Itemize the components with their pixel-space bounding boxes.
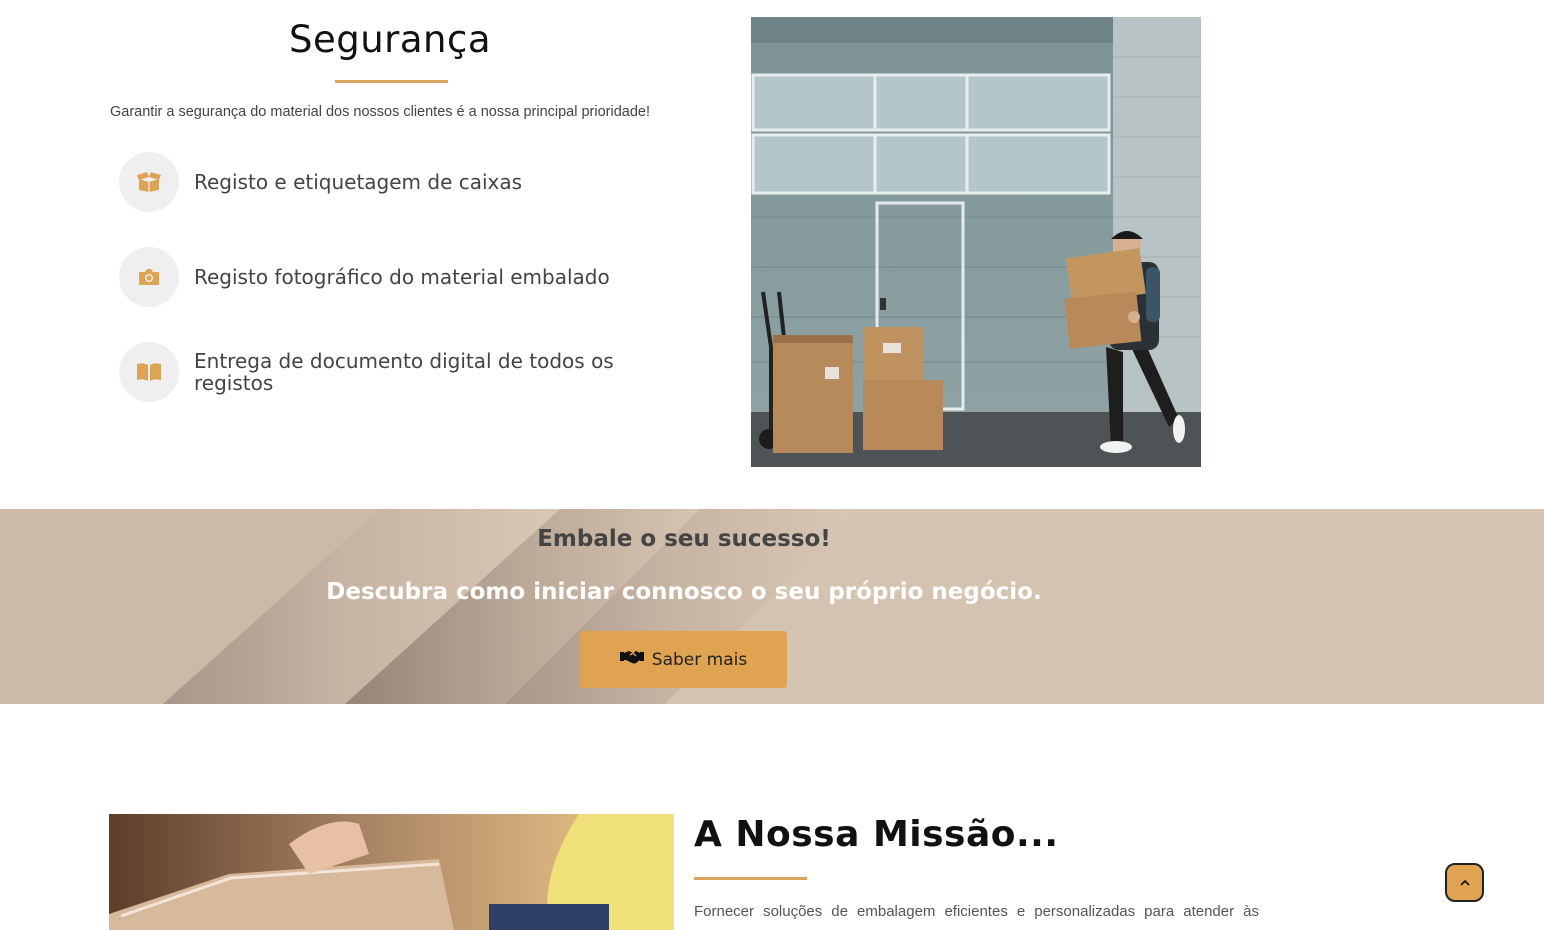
book-icon [119,342,179,402]
scroll-to-top-button[interactable] [1445,863,1484,902]
cta-heading: Embale o seu sucesso! [537,526,831,552]
mission-title: A Nossa Missão... [694,814,1059,855]
feature-item-digital-document: Entrega de documento digital de todos os… [119,342,679,402]
saber-mais-label: Saber mais [651,649,748,670]
feature-label: Registo e etiquetagem de caixas [194,170,523,194]
security-title-underline [335,80,448,83]
feature-label: Entrega de documento digital de todos os… [194,349,614,395]
feature-item-labeling: Registo e etiquetagem de caixas [119,152,679,212]
handshake-icon [619,649,644,670]
cta-subheading: Descubra como iniciar connosco o seu pró… [326,579,1042,605]
feature-label: Registo fotográfico do material embalado [194,265,610,289]
security-subtitle: Garantir a segurança do material dos nos… [109,104,651,120]
box-icon [119,152,179,212]
saber-mais-button[interactable]: Saber mais [580,631,787,688]
security-title: Segurança [288,18,492,61]
mission-photo [109,814,674,930]
camera-icon [119,247,179,307]
mission-title-underline [694,877,807,880]
mission-text: Fornecer soluções de embalagem eficiente… [694,903,1259,920]
delivery-man-photo [751,17,1201,467]
feature-item-photo-record: Registo fotográfico do material embalado [119,247,679,307]
chevron-up-icon [1459,875,1471,890]
